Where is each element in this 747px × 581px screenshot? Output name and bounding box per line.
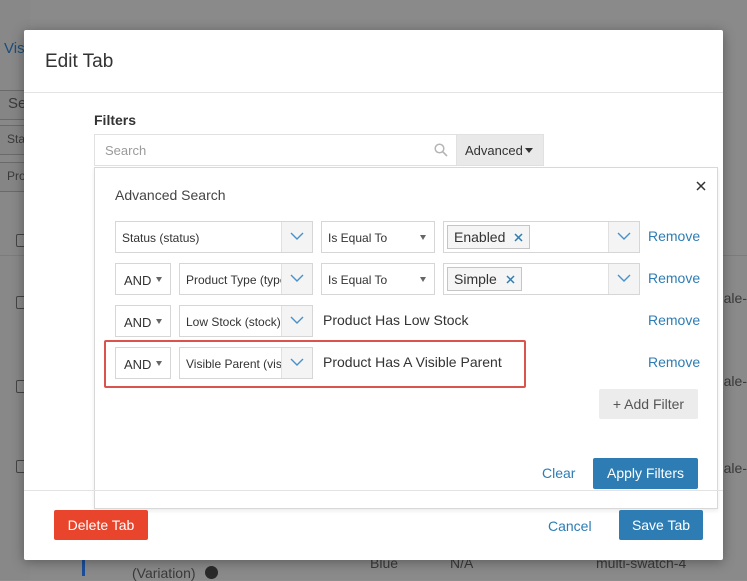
filter-operator-select[interactable]: Is Equal To xyxy=(321,263,435,295)
field-dropdown-toggle[interactable] xyxy=(281,264,312,294)
close-icon[interactable] xyxy=(695,180,707,192)
filter-operator-select[interactable]: Is Equal To xyxy=(321,221,435,253)
caret-down-icon xyxy=(156,277,162,282)
value-dropdown-toggle[interactable] xyxy=(608,264,639,294)
background-bottom-row: (Variation) Blue N/A multi-swatch-4 xyxy=(0,555,747,581)
filter-operator-value: Is Equal To xyxy=(328,273,388,287)
remove-tag-icon[interactable] xyxy=(514,233,523,242)
value-tag: Enabled xyxy=(447,225,531,249)
filter-field-select[interactable]: Low Stock (stock) xyxy=(179,305,313,337)
value-tag: Simple xyxy=(447,267,522,291)
filter-value-multiselect[interactable]: Enabled xyxy=(443,221,640,253)
field-dropdown-toggle[interactable] xyxy=(281,222,312,252)
filter-connector-select[interactable]: AND xyxy=(115,305,171,337)
chevron-down-icon xyxy=(290,232,304,240)
chevron-down-icon xyxy=(617,274,631,282)
filter-description-text: Product Has Low Stock xyxy=(323,312,469,328)
filter-field-value: Status (status) xyxy=(122,231,200,245)
value-dropdown-toggle[interactable] xyxy=(608,222,639,252)
caret-down-icon xyxy=(525,148,533,153)
chevron-down-icon xyxy=(290,316,304,324)
cancel-link[interactable]: Cancel xyxy=(548,518,592,534)
apply-filters-button[interactable]: Apply Filters xyxy=(593,458,698,489)
filter-field-select[interactable]: Status (status) xyxy=(115,221,313,253)
modal-title: Edit Tab xyxy=(45,51,114,72)
search-input[interactable] xyxy=(95,135,435,165)
add-filter-button[interactable]: + Add Filter xyxy=(599,389,698,419)
field-dropdown-toggle[interactable] xyxy=(281,306,312,336)
remove-filter-link[interactable]: Remove xyxy=(648,270,700,286)
save-tab-button[interactable]: Save Tab xyxy=(619,510,703,540)
value-tag-label: Simple xyxy=(454,271,497,287)
remove-tag-icon[interactable] xyxy=(506,275,515,284)
background-product-text: Pro xyxy=(7,169,26,183)
remove-filter-link[interactable]: Remove xyxy=(648,228,700,244)
filter-field-value: Low Stock (stock) xyxy=(186,315,281,329)
filters-label: Filters xyxy=(94,112,137,128)
caret-down-icon xyxy=(420,277,426,282)
highlight-annotation-box xyxy=(104,340,526,388)
filter-field-value: Product Type (type) xyxy=(186,273,291,287)
filter-field-select[interactable]: Product Type (type) xyxy=(179,263,313,295)
remove-filter-link[interactable]: Remove xyxy=(648,312,700,328)
advanced-dropdown-button[interactable]: Advanced xyxy=(456,134,544,166)
edit-tab-modal: Edit Tab Filters Advanced Advanced Searc… xyxy=(24,30,723,560)
info-icon xyxy=(205,566,218,579)
chevron-down-icon xyxy=(617,232,631,240)
background-right-text: ale- xyxy=(723,290,747,306)
background-status-text: Sta xyxy=(7,132,26,146)
advanced-search-title: Advanced Search xyxy=(115,187,226,203)
advanced-search-panel: Advanced Search Status (status) Is Equal… xyxy=(94,167,718,509)
search-icon xyxy=(434,143,448,157)
search-box xyxy=(94,134,456,166)
clear-filters-link[interactable]: Clear xyxy=(542,465,575,481)
filter-value-multiselect[interactable]: Simple xyxy=(443,263,640,295)
value-tag-label: Enabled xyxy=(454,229,506,245)
modal-header: Edit Tab xyxy=(24,30,723,93)
background-right-text: ale- xyxy=(723,460,747,476)
caret-down-icon xyxy=(420,235,426,240)
chevron-down-icon xyxy=(290,274,304,282)
modal-footer-divider xyxy=(24,490,723,491)
filter-connector-select[interactable]: AND xyxy=(115,263,171,295)
delete-tab-button[interactable]: Delete Tab xyxy=(54,510,148,540)
background-right-text: ale- xyxy=(723,373,747,389)
caret-down-icon xyxy=(156,319,162,324)
filter-connector-value: AND xyxy=(124,273,152,288)
background-variation-text: (Variation) xyxy=(132,565,196,581)
filter-operator-value: Is Equal To xyxy=(328,231,388,245)
filter-connector-value: AND xyxy=(124,315,152,330)
remove-filter-link[interactable]: Remove xyxy=(648,354,700,370)
advanced-button-label: Advanced xyxy=(465,143,523,158)
